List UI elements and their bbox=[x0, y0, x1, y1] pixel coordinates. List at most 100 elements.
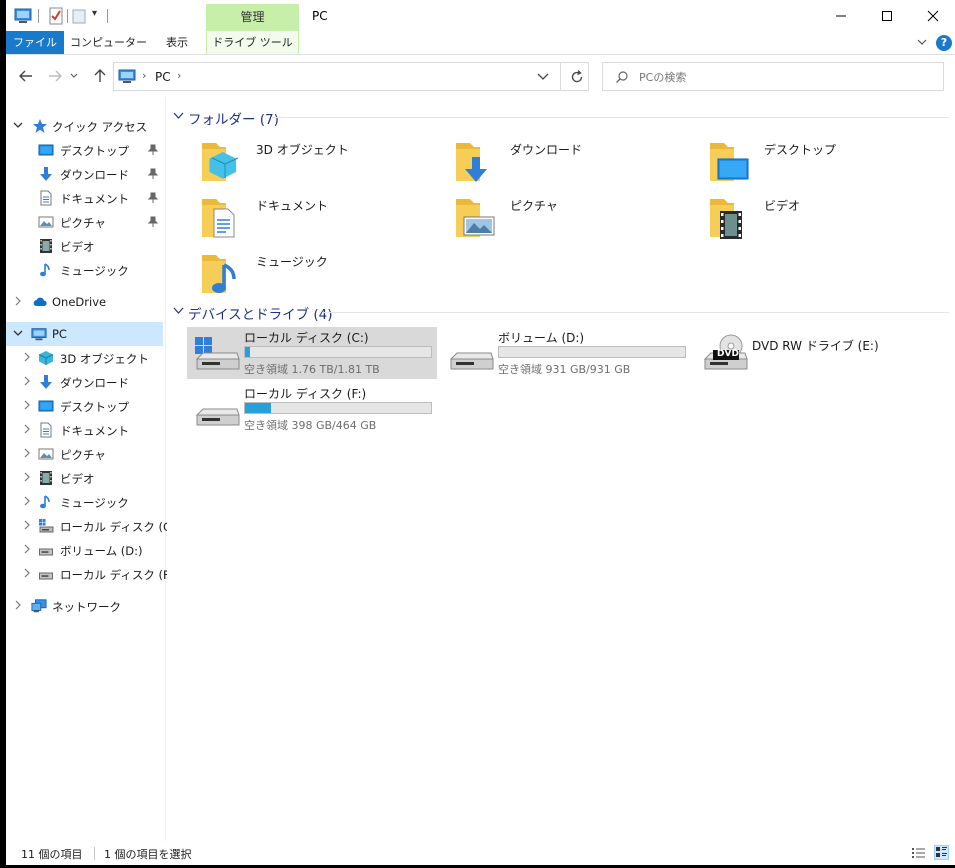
sidebar-item-qa-videos[interactable]: ビデオ bbox=[6, 234, 163, 258]
group-header-drives[interactable]: デバイスとドライブ (4) bbox=[173, 302, 949, 323]
sidebar-item-pc-desktop[interactable]: デスクトップ bbox=[6, 394, 163, 418]
chevron-right-icon[interactable] bbox=[13, 296, 23, 306]
chevron-down-icon[interactable] bbox=[535, 70, 551, 84]
properties-icon[interactable] bbox=[48, 7, 64, 25]
refresh-icon[interactable] bbox=[569, 69, 585, 85]
sidebar-item-network[interactable]: ネットワーク bbox=[6, 594, 163, 618]
chevron-right-icon[interactable] bbox=[22, 544, 32, 554]
picture-folder-icon bbox=[456, 199, 495, 237]
title-bar: ▾ 管理 PC bbox=[6, 0, 955, 31]
help-icon[interactable]: ? bbox=[936, 35, 952, 51]
folder-tile-pictures[interactable]: ピクチャ bbox=[444, 191, 694, 243]
close-button[interactable] bbox=[910, 0, 955, 31]
chevron-right-icon[interactable] bbox=[22, 424, 32, 434]
pin-icon[interactable] bbox=[148, 192, 158, 204]
folder-tile-music[interactable]: ミュージック bbox=[190, 247, 440, 299]
music-icon bbox=[40, 495, 50, 509]
chevron-right-icon[interactable] bbox=[22, 472, 32, 482]
navigation-pane: クイック アクセス デスクトップ ダウンロード ドキュメント ピクチャ ビデオ bbox=[6, 97, 179, 841]
back-arrow-icon bbox=[19, 70, 32, 82]
expand-ribbon-icon[interactable] bbox=[916, 36, 928, 48]
sidebar-item-pc-pictures[interactable]: ピクチャ bbox=[6, 442, 163, 466]
sidebar-item-qa-downloads[interactable]: ダウンロード bbox=[6, 162, 163, 186]
sidebar-item-label: デスクトップ bbox=[60, 400, 129, 414]
chevron-down-icon[interactable] bbox=[13, 120, 23, 130]
pin-icon[interactable] bbox=[148, 144, 158, 156]
sidebar-item-pc-music[interactable]: ミュージック bbox=[6, 490, 163, 514]
tiles-view-button[interactable] bbox=[934, 845, 949, 860]
pin-icon[interactable] bbox=[148, 216, 158, 228]
forward-button[interactable] bbox=[47, 68, 63, 84]
search-box[interactable] bbox=[602, 62, 944, 91]
breadcrumb-separator[interactable]: › bbox=[177, 69, 181, 82]
pc-icon bbox=[31, 328, 47, 341]
drive-tile-f[interactable]: ローカル ディスク (F:) 空き領域 398 GB/464 GB bbox=[187, 383, 437, 435]
details-view-icon[interactable] bbox=[911, 846, 926, 860]
chevron-down-icon[interactable] bbox=[173, 306, 184, 316]
desktop-icon bbox=[38, 400, 54, 412]
qat-customize-icon[interactable]: ▾ bbox=[92, 8, 97, 19]
breadcrumb-pc[interactable]: PC bbox=[155, 70, 171, 84]
sidebar-item-onedrive[interactable]: OneDrive bbox=[6, 290, 163, 314]
tab-drive-tools[interactable]: ドライブ ツール bbox=[206, 31, 299, 54]
sidebar-item-quick-access[interactable]: クイック アクセス bbox=[6, 114, 163, 138]
sidebar-item-pc-drive-d[interactable]: ボリューム (D:) bbox=[6, 538, 163, 562]
tab-computer[interactable]: コンピューター bbox=[66, 31, 151, 54]
picture-icon bbox=[38, 448, 54, 460]
drive-usage-fill bbox=[245, 403, 272, 413]
download-icon bbox=[40, 375, 52, 389]
sidebar-item-label: デスクトップ bbox=[60, 144, 129, 158]
search-input[interactable] bbox=[639, 69, 929, 85]
folder-tile-downloads[interactable]: ダウンロード bbox=[444, 135, 694, 187]
chevron-right-icon[interactable] bbox=[22, 400, 32, 410]
chevron-right-icon[interactable] bbox=[22, 448, 32, 458]
maximize-button[interactable] bbox=[864, 0, 910, 31]
folder-tile-desktop[interactable]: デスクトップ bbox=[698, 135, 948, 187]
folder-tile-documents[interactable]: ドキュメント bbox=[190, 191, 440, 243]
folder-label: 3D オブジェクト bbox=[256, 143, 349, 157]
sidebar-item-pc[interactable]: PC bbox=[6, 322, 163, 346]
breadcrumb-separator[interactable]: › bbox=[142, 69, 146, 82]
new-folder-icon[interactable] bbox=[72, 7, 86, 25]
chevron-right-icon[interactable] bbox=[22, 520, 32, 530]
context-tab-manage[interactable]: 管理 bbox=[206, 4, 299, 31]
sidebar-item-qa-pictures[interactable]: ピクチャ bbox=[6, 210, 163, 234]
folder-tile-videos[interactable]: ビデオ bbox=[698, 191, 948, 243]
address-bar[interactable]: › PC › bbox=[113, 62, 589, 91]
navigation-bar: › PC › bbox=[6, 55, 955, 97]
folder-tile-3d-objects[interactable]: 3D オブジェクト bbox=[190, 135, 440, 187]
back-button[interactable] bbox=[18, 68, 34, 84]
status-item-count: 11 個の項目 bbox=[21, 848, 83, 861]
chevron-down-icon[interactable] bbox=[13, 328, 23, 338]
chevron-right-icon[interactable] bbox=[22, 376, 32, 386]
drive-usage-bar bbox=[244, 402, 432, 414]
group-header-folders[interactable]: フォルダー (7) bbox=[173, 107, 949, 128]
windows-drive-icon bbox=[195, 337, 240, 370]
minimize-button[interactable] bbox=[818, 0, 864, 31]
pin-icon[interactable] bbox=[148, 168, 158, 180]
window-title: PC bbox=[312, 9, 328, 23]
sidebar-item-pc-downloads[interactable]: ダウンロード bbox=[6, 370, 163, 394]
recent-locations-icon[interactable] bbox=[70, 73, 78, 79]
sidebar-item-qa-desktop[interactable]: デスクトップ bbox=[6, 138, 163, 162]
drive-tile-d[interactable]: ボリューム (D:) 空き領域 931 GB/931 GB bbox=[441, 327, 691, 379]
chevron-right-icon[interactable] bbox=[22, 568, 32, 578]
sidebar-item-qa-music[interactable]: ミュージック bbox=[6, 258, 163, 282]
chevron-down-icon[interactable] bbox=[173, 111, 184, 121]
sidebar-item-pc-3d-objects[interactable]: 3D オブジェクト bbox=[6, 346, 163, 370]
drive-tile-e[interactable]: DVD DVD RW ドライブ (E:) bbox=[695, 327, 945, 379]
sidebar-item-pc-documents[interactable]: ドキュメント bbox=[6, 418, 163, 442]
tab-view[interactable]: 表示 bbox=[153, 31, 201, 54]
sidebar-item-label: OneDrive bbox=[52, 295, 107, 309]
chevron-right-icon[interactable] bbox=[22, 496, 32, 506]
tab-file[interactable]: ファイル bbox=[6, 31, 64, 54]
sidebar-item-pc-drive-c[interactable]: ローカル ディスク (C:) bbox=[6, 514, 179, 538]
up-button[interactable] bbox=[92, 68, 108, 84]
sidebar-item-qa-documents[interactable]: ドキュメント bbox=[6, 186, 163, 210]
pc-icon[interactable] bbox=[14, 7, 32, 25]
drive-tile-c[interactable]: ローカル ディスク (C:) 空き領域 1.76 TB/1.81 TB bbox=[187, 327, 437, 379]
chevron-right-icon[interactable] bbox=[22, 352, 32, 362]
sidebar-item-pc-drive-f[interactable]: ローカル ディスク (F:) bbox=[6, 562, 177, 586]
chevron-right-icon[interactable] bbox=[13, 600, 23, 610]
sidebar-item-pc-videos[interactable]: ビデオ bbox=[6, 466, 163, 490]
